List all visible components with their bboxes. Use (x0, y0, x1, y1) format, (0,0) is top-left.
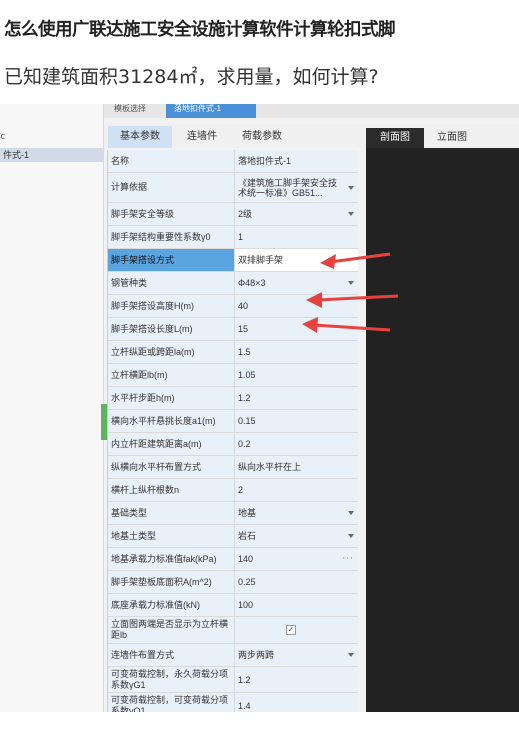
question-title: 怎么使用广联达施工安全设施计算软件计算轮扣式脚 (4, 20, 396, 40)
arrow-height (306, 292, 399, 308)
question-body: 已知建筑面积31284㎡，求用量，如何计算? (4, 66, 379, 88)
arrow-erection-method (320, 252, 391, 269)
annotation-arrows (302, 252, 399, 333)
software-screenshot: c 件式-1 模板选择 落地扣件式-1 基本参数 连墙件 荷载参数 名称 落地扣… (0, 104, 519, 712)
arrow-length (302, 317, 391, 333)
